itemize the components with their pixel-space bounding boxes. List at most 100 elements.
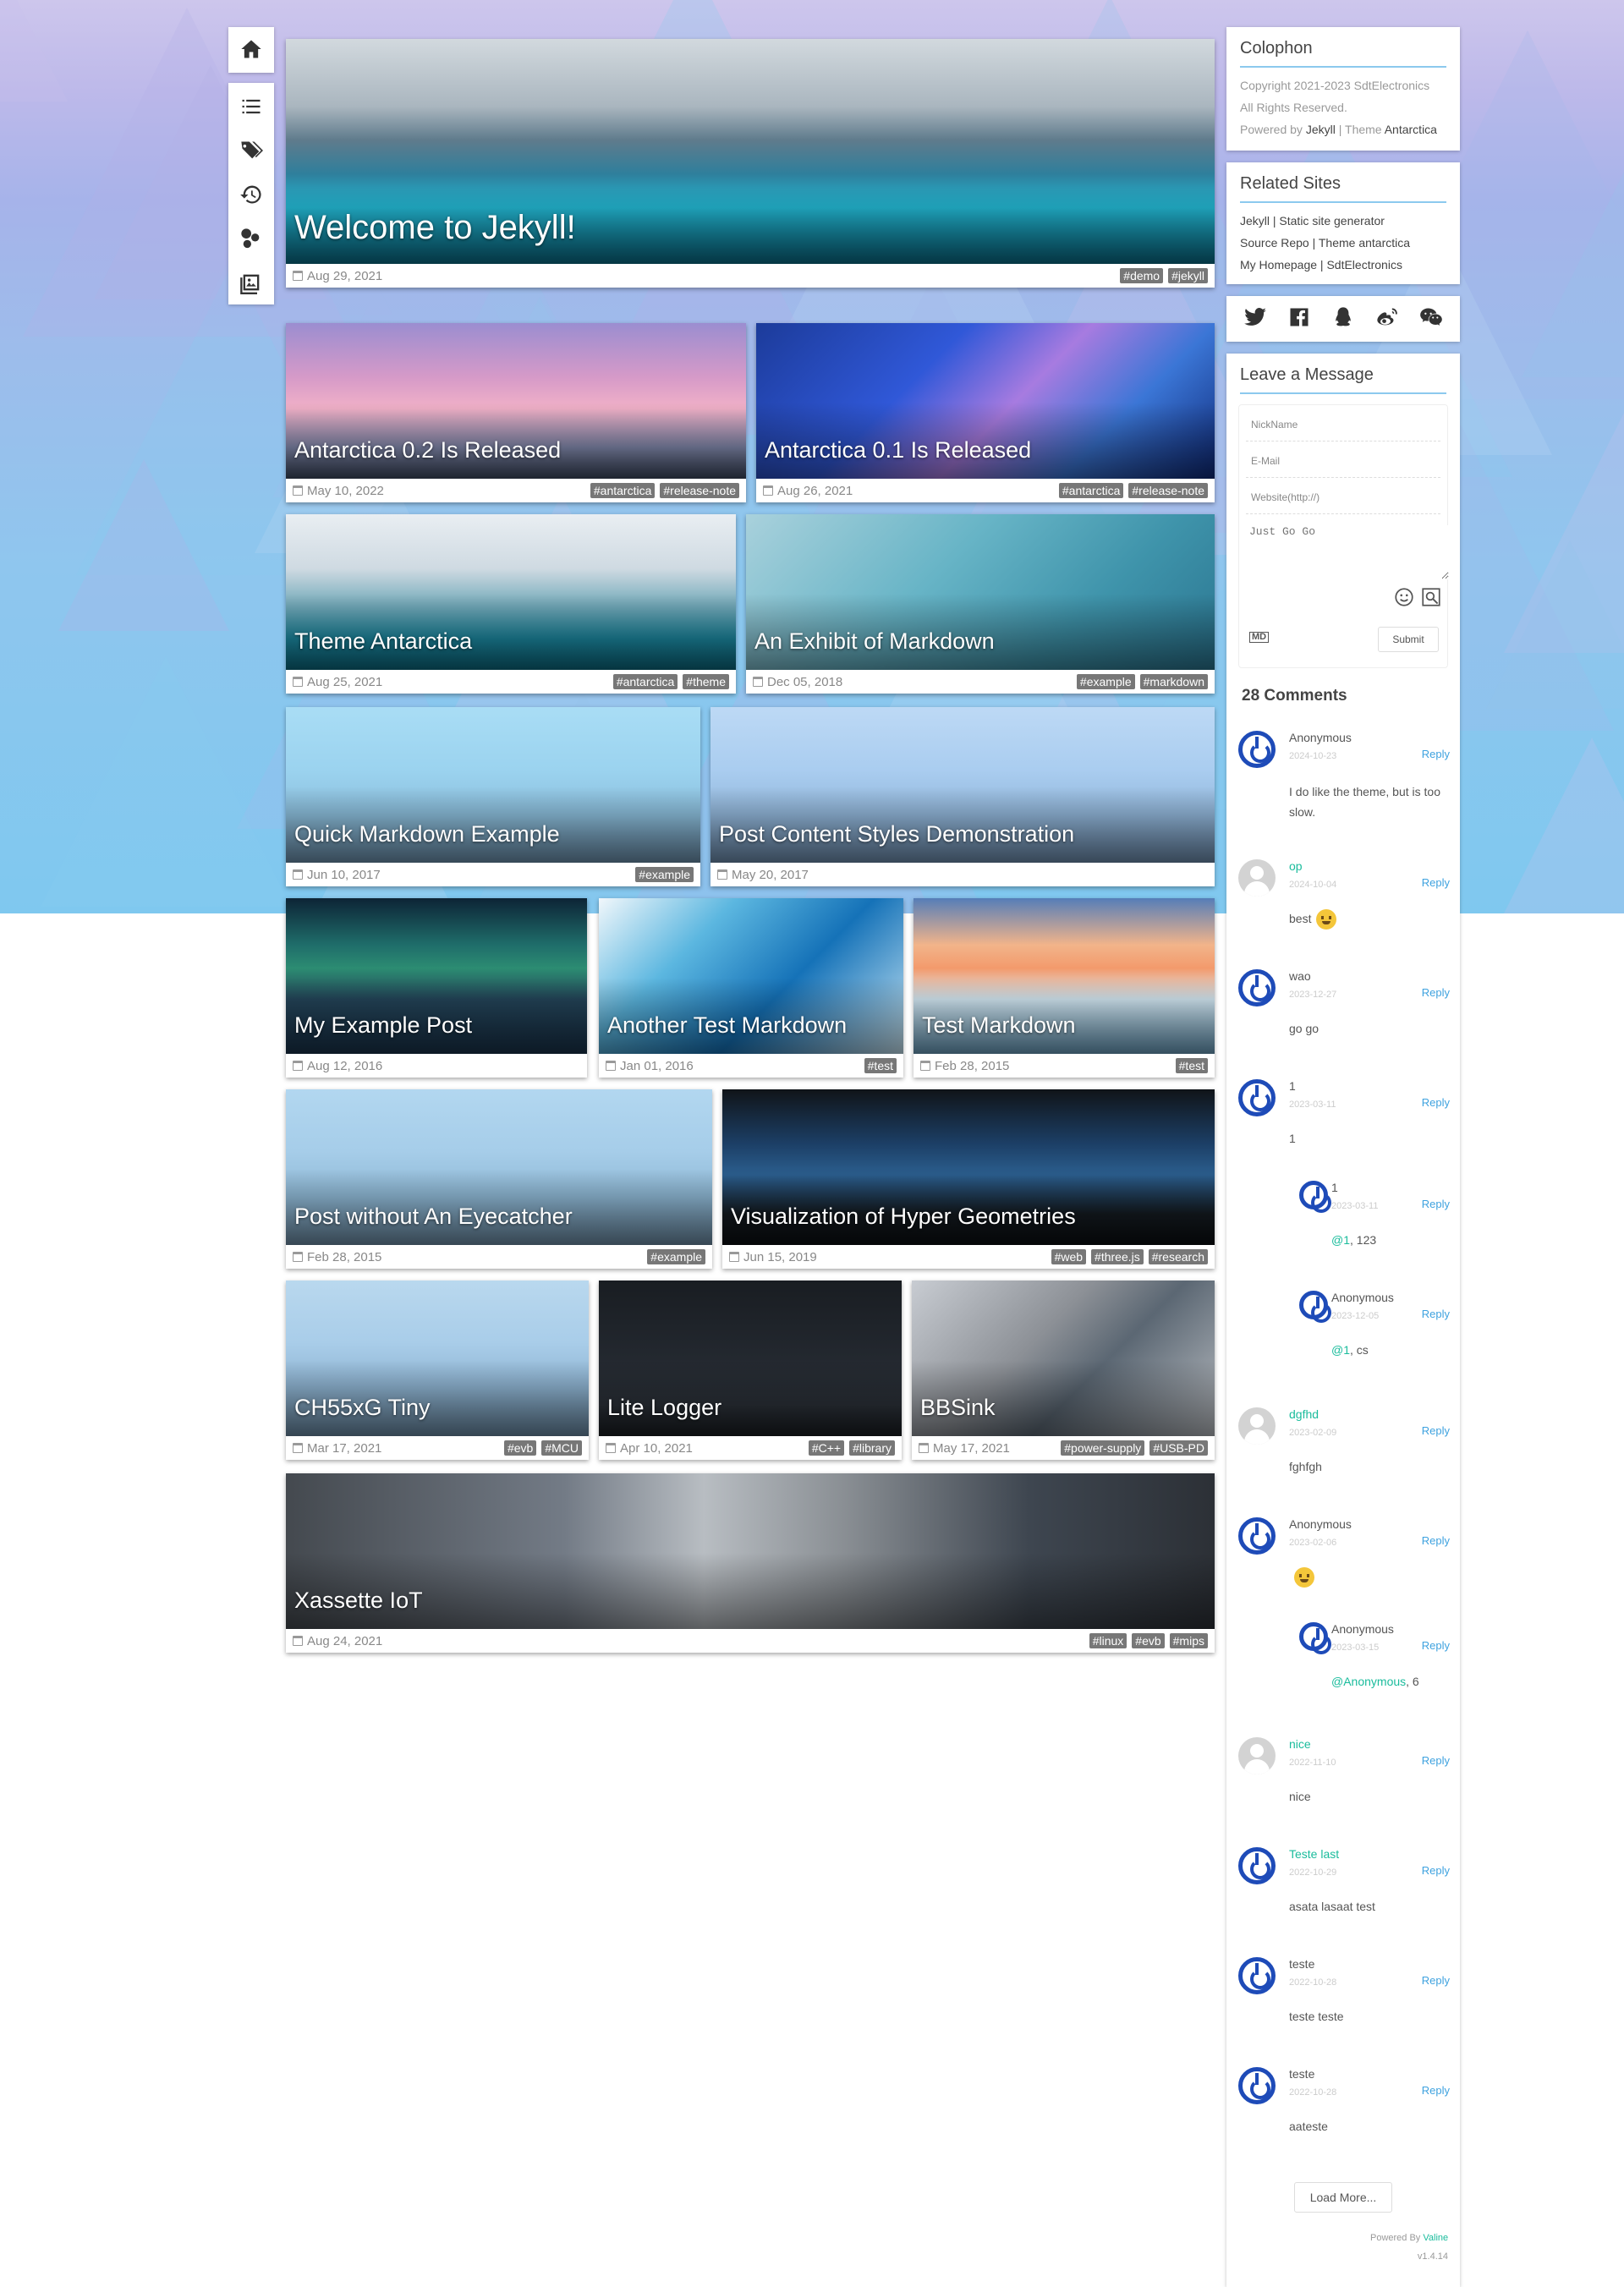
reply-button[interactable]: Reply	[1422, 748, 1450, 760]
weibo-icon[interactable]	[1375, 305, 1399, 333]
post-title[interactable]: Quick Markdown Example	[294, 821, 560, 847]
home-icon[interactable]	[228, 27, 274, 71]
calendar-icon	[293, 1443, 303, 1453]
post-card-test[interactable]: Test Markdown Feb 28, 2015 #test	[914, 898, 1215, 1078]
tag-badge[interactable]: #jekyll	[1168, 268, 1208, 283]
post-card-antarctica01[interactable]: Antarctica 0.1 Is Released Aug 26, 2021 #a…	[756, 323, 1215, 502]
home-nav[interactable]	[228, 27, 274, 73]
tag-badge[interactable]: #demo	[1120, 268, 1164, 283]
tag-badge[interactable]: #example	[1076, 674, 1135, 689]
tag-badge[interactable]: #antarctica	[1058, 483, 1124, 498]
wechat-icon[interactable]	[1419, 305, 1443, 333]
tag-badge[interactable]: #MCU	[541, 1440, 582, 1456]
theme-link[interactable]: Antarctica	[1385, 123, 1437, 136]
post-card-myexample[interactable]: My Example Post Aug 12, 2016	[286, 898, 587, 1078]
tag-badge[interactable]: #antarctica	[612, 674, 678, 689]
post-title[interactable]: Another Test Markdown	[607, 1012, 847, 1039]
post-card-hyper[interactable]: Visualization of Hyper Geometries Jun 15,…	[722, 1089, 1215, 1269]
reply-button[interactable]: Reply	[1422, 1974, 1450, 1987]
gallery-icon[interactable]	[228, 261, 274, 304]
tag-badge[interactable]: #C++	[808, 1440, 845, 1456]
post-title[interactable]: My Example Post	[294, 1012, 472, 1039]
reply-button[interactable]: Reply	[1422, 2084, 1450, 2097]
tag-badge[interactable]: #example	[647, 1249, 705, 1264]
twitter-icon[interactable]	[1243, 305, 1267, 333]
post-card-content[interactable]: Post Content Styles Demonstration May 20,…	[710, 707, 1215, 886]
post-image[interactable]	[286, 1473, 1215, 1629]
post-title[interactable]: Xassette IoT	[294, 1588, 423, 1614]
post-title[interactable]: Antarctica 0.2 Is Released	[294, 437, 561, 463]
tag-badge[interactable]: #evb	[1132, 1633, 1165, 1648]
post-card-welcome[interactable]: Welcome to Jekyll! Aug 29, 2021 #demo #jeky…	[286, 39, 1215, 288]
post-date: May 20, 2017	[732, 867, 809, 882]
reply-button[interactable]: Reply	[1422, 1534, 1450, 1547]
history-icon[interactable]	[228, 173, 274, 217]
post-title[interactable]: BBSink	[920, 1395, 996, 1421]
valine-link[interactable]: Valine	[1423, 2233, 1448, 2243]
post-title[interactable]: CH55xG Tiny	[294, 1395, 431, 1421]
post-card-noeye[interactable]: Post without An Eyecatcher Feb 28, 2015 #e…	[286, 1089, 712, 1269]
mention-link[interactable]: @Anonymous	[1331, 1675, 1406, 1688]
tag-badge[interactable]: #theme	[683, 674, 729, 689]
qq-icon[interactable]	[1331, 305, 1355, 333]
post-card-xassette[interactable]: Xassette IoT Aug 24, 2021 #linux #evb #mips	[286, 1473, 1215, 1653]
related-sites-widget: Related Sites Jekyll | Static site gener…	[1226, 162, 1460, 284]
post-title[interactable]: Visualization of Hyper Geometries	[731, 1204, 1076, 1230]
post-card-bbsink[interactable]: BBSink May 17, 2021 #power-supply #USB-PD	[912, 1281, 1215, 1460]
tag-badge[interactable]: #library	[849, 1440, 895, 1456]
post-card-exhibit[interactable]: An Exhibit of Markdown Dec 05, 2018 #examp…	[746, 514, 1215, 694]
tags-icon[interactable]	[228, 129, 274, 173]
post-title[interactable]: Antarctica 0.1 Is Released	[765, 437, 1031, 463]
tag-badge[interactable]: #USB-PD	[1149, 1440, 1208, 1456]
tag-badge[interactable]: #example	[635, 867, 694, 882]
related-link-homepage[interactable]: My Homepage | SdtElectronics	[1240, 254, 1446, 276]
reply-button[interactable]: Reply	[1422, 1424, 1450, 1437]
post-title[interactable]: Test Markdown	[922, 1012, 1076, 1039]
mention-link[interactable]: @1	[1331, 1343, 1350, 1357]
tag-badge[interactable]: #test	[1175, 1058, 1208, 1073]
tag-badge[interactable]: #markdown	[1139, 674, 1208, 689]
post-title[interactable]: Post Content Styles Demonstration	[719, 821, 1074, 847]
reply-button[interactable]: Reply	[1422, 986, 1450, 999]
reply-button[interactable]: Reply	[1422, 876, 1450, 889]
post-title[interactable]: Post without An Eyecatcher	[294, 1204, 573, 1230]
post-card-another[interactable]: Another Test Markdown Jan 01, 2016 #test	[599, 898, 903, 1078]
tag-badge[interactable]: #power-supply	[1061, 1440, 1145, 1456]
reply-button[interactable]: Reply	[1422, 1096, 1450, 1109]
post-title[interactable]: Welcome to Jekyll!	[294, 209, 576, 247]
reply-button[interactable]: Reply	[1422, 1864, 1450, 1877]
tag-badge[interactable]: #release-note	[1128, 483, 1208, 498]
reply-button[interactable]: Reply	[1422, 1754, 1450, 1767]
tag-badge[interactable]: #web	[1051, 1249, 1087, 1264]
post-title[interactable]: Lite Logger	[607, 1395, 721, 1421]
post-card-litelogger[interactable]: Lite Logger Apr 10, 2021 #C++ #library	[599, 1281, 902, 1460]
tag-badge[interactable]: #linux	[1089, 1633, 1127, 1648]
reply-button[interactable]: Reply	[1422, 1639, 1450, 1652]
mention-link[interactable]: @1	[1331, 1233, 1350, 1247]
tag-badge[interactable]: #research	[1148, 1249, 1208, 1264]
tag-badge[interactable]: #evb	[503, 1440, 537, 1456]
tag-badge[interactable]: #release-note	[660, 483, 739, 498]
facebook-icon[interactable]	[1287, 305, 1311, 333]
load-more-button[interactable]: Load More...	[1294, 2182, 1392, 2213]
related-link-repo[interactable]: Source Repo | Theme antarctica	[1240, 232, 1446, 254]
reply-button[interactable]: Reply	[1422, 1308, 1450, 1320]
post-title[interactable]: An Exhibit of Markdown	[754, 628, 995, 655]
post-card-theme[interactable]: Theme Antarctica Aug 25, 2021 #antarctica #…	[286, 514, 736, 694]
post-card-ch55x[interactable]: CH55xG Tiny Mar 17, 2021 #evb #MCU	[286, 1281, 589, 1460]
related-link-jekyll[interactable]: Jekyll | Static site generator	[1240, 210, 1446, 232]
background-shape	[1486, 540, 1624, 709]
tag-badge[interactable]: #antarctica	[590, 483, 656, 498]
post-card-quick[interactable]: Quick Markdown Example Jun 10, 2017 #examp…	[286, 707, 700, 886]
tag-badge[interactable]: #three.js	[1091, 1249, 1144, 1264]
reply-button[interactable]: Reply	[1422, 1198, 1450, 1210]
post-tags: #antarctica #release-note	[590, 483, 739, 498]
tag-badge[interactable]: #test	[864, 1058, 897, 1073]
post-card-antarctica02[interactable]: Antarctica 0.2 Is Released May 10, 2022 #a…	[286, 323, 746, 502]
jekyll-link[interactable]: Jekyll	[1306, 123, 1336, 136]
list-icon[interactable]	[228, 85, 274, 129]
avatar	[1238, 2067, 1276, 2104]
tag-badge[interactable]: #mips	[1169, 1633, 1208, 1648]
categories-icon[interactable]	[228, 217, 274, 261]
post-title[interactable]: Theme Antarctica	[294, 628, 472, 655]
